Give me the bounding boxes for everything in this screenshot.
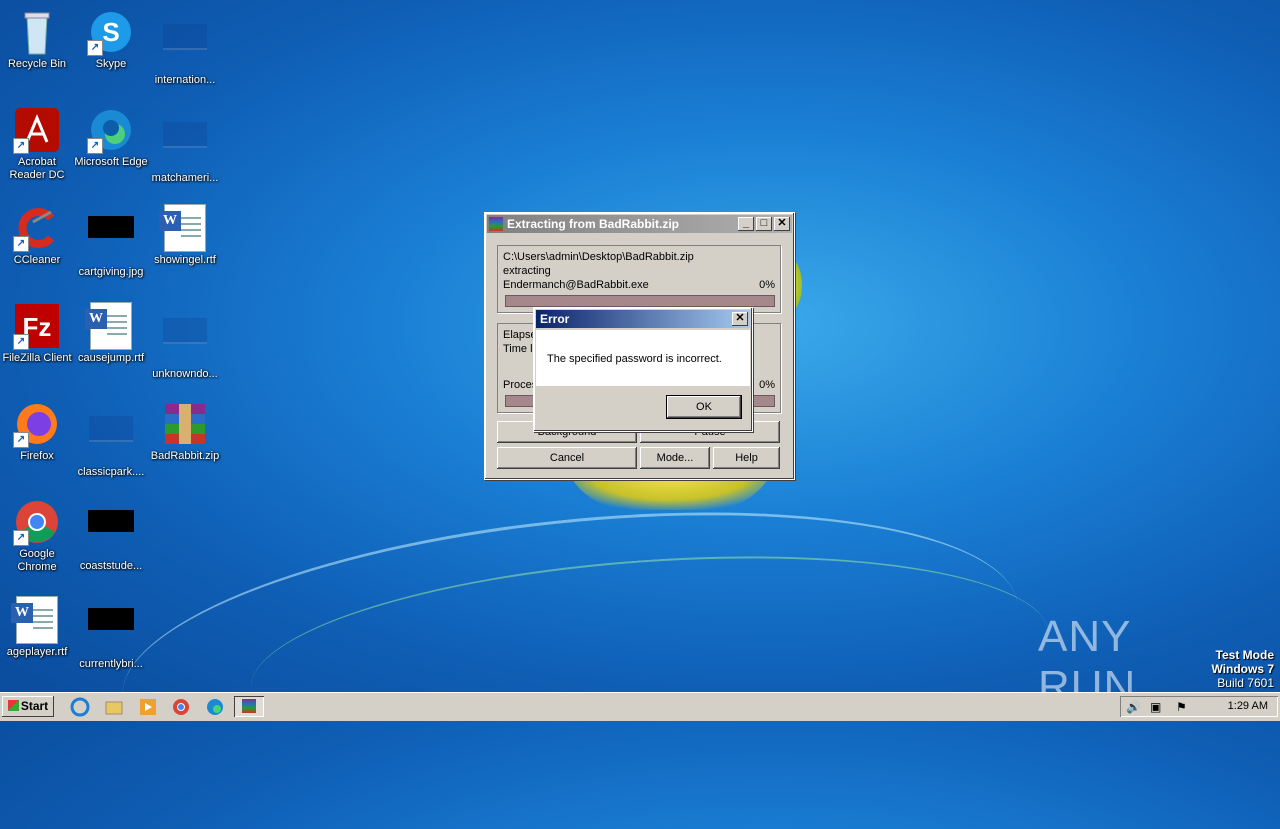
blank-file-icon (161, 318, 209, 366)
extract-action: extracting (503, 265, 551, 277)
anyrun-logo: ANY RUN (1038, 612, 1137, 711)
ccleaner-icon: ↗ (13, 204, 61, 252)
file-progress-group: C:\Users\admin\Desktop\BadRabbit.zip ext… (497, 245, 781, 313)
desktop-icon-ageplayer[interactable]: W ageplayer.rtf (0, 592, 74, 659)
desktop-icon-filezilla[interactable]: Fz ↗ FileZilla Client (0, 298, 74, 365)
desktop-icon-classicpark[interactable]: classicpark.... (74, 396, 148, 479)
svg-text:S: S (102, 17, 119, 47)
watermark-line1: Test Mode (1215, 648, 1274, 662)
image-thumbnail-icon (87, 510, 135, 558)
error-dialog: Error ✕ The specified password is incorr… (533, 307, 753, 432)
desktop-icon-acrobat[interactable]: ↗ Acrobat Reader DC (0, 102, 74, 182)
close-button[interactable]: ✕ (732, 312, 748, 326)
desktop-icon-showingel[interactable]: W showingel.rtf (148, 200, 222, 267)
image-thumbnail-icon (87, 608, 135, 656)
winrar-taskbar-button[interactable] (234, 696, 264, 717)
file-progress-bar (505, 295, 775, 307)
error-message: The specified password is incorrect. (547, 353, 722, 365)
desktop-icon-skype[interactable]: S ↗ Skype (74, 4, 148, 71)
desktop-icon-matchameri[interactable]: matchameri... (148, 102, 222, 185)
shortcut-arrow-icon: ↗ (13, 138, 29, 154)
acrobat-icon: ↗ (13, 106, 61, 154)
blank-file-icon (161, 122, 209, 170)
desktop-icon-coaststude[interactable]: coaststude... (74, 494, 148, 573)
error-dialog-title: Error (540, 312, 570, 326)
shortcut-arrow-icon: ↗ (13, 334, 29, 350)
shortcut-arrow-icon: ↗ (13, 236, 29, 252)
error-message-area: The specified password is incorrect. (536, 330, 750, 386)
network-icon[interactable]: ▣ (1150, 700, 1161, 714)
watermark-line2: Windows 7 (1211, 662, 1274, 676)
desktop-icon-firefox[interactable]: ↗ Firefox (0, 396, 74, 463)
shortcut-arrow-icon: ↗ (87, 40, 103, 56)
archive-path: C:\Users\admin\Desktop\BadRabbit.zip (503, 251, 694, 263)
shortcut-arrow-icon: ↗ (87, 138, 103, 154)
winrar-icon (489, 217, 503, 231)
file-percent: 0% (759, 279, 775, 291)
taskbar: Start 🔊 ▣ ⚑ 1:29 AM (0, 692, 1280, 721)
word-document-icon: W (11, 596, 61, 644)
desktop-icon-badrabbit-zip[interactable]: BadRabbit.zip (148, 396, 222, 463)
volume-icon[interactable]: 🔊 (1126, 700, 1141, 714)
firefox-icon: ↗ (13, 400, 61, 448)
action-center-flag-icon[interactable]: ⚑ (1176, 700, 1187, 714)
desktop-icon-internation[interactable]: internation... (148, 4, 222, 87)
recycle-bin-icon (13, 8, 61, 56)
mode-button[interactable]: Mode... (640, 447, 710, 469)
edge-taskbar-icon[interactable] (205, 697, 225, 717)
elapsed-label: Elapse (503, 329, 537, 341)
word-document-icon: W (85, 302, 135, 350)
blank-file-icon (161, 24, 209, 72)
desktop-icon-cartgiving[interactable]: cartgiving.jpg (74, 200, 148, 279)
maximize-button[interactable]: □ (756, 217, 772, 231)
extract-window-title: Extracting from BadRabbit.zip (507, 217, 680, 231)
clock[interactable]: 1:29 AM (1228, 700, 1268, 712)
processed-percent: 0% (759, 379, 775, 391)
chrome-taskbar-icon[interactable] (171, 697, 191, 717)
current-file-name: Endermanch@BadRabbit.exe (503, 279, 649, 291)
system-tray: 🔊 ▣ ⚑ 1:29 AM (1120, 696, 1278, 717)
test-mode-watermark: Test Mode Windows 7 Build 7601 (1211, 648, 1274, 690)
word-document-icon: W (159, 204, 209, 252)
image-thumbnail-icon (87, 216, 135, 264)
start-button[interactable]: Start (2, 696, 54, 717)
shortcut-arrow-icon: ↗ (13, 530, 29, 546)
desktop-icon-currentlybri[interactable]: currentlybri... (74, 592, 148, 671)
desktop-icon-causejump[interactable]: W causejump.rtf (74, 298, 148, 365)
ie-icon[interactable] (70, 697, 90, 717)
ok-button[interactable]: OK (666, 395, 742, 419)
filezilla-icon: Fz ↗ (13, 302, 61, 350)
blank-file-icon (87, 416, 135, 464)
explorer-icon[interactable] (104, 697, 124, 717)
edge-icon: ↗ (87, 106, 135, 154)
watermark-line3: Build 7601 (1217, 676, 1274, 690)
help-button[interactable]: Help (713, 447, 780, 469)
desktop-icon-edge[interactable]: ↗ Microsoft Edge (74, 102, 148, 169)
cancel-button[interactable]: Cancel (497, 447, 637, 469)
desktop-icon-unknowndo[interactable]: unknowndo... (148, 298, 222, 381)
windows-logo-icon (7, 700, 19, 711)
media-player-icon[interactable] (138, 697, 158, 717)
winrar-archive-icon (161, 400, 209, 448)
error-dialog-titlebar[interactable]: Error ✕ (536, 310, 750, 328)
minimize-button[interactable]: _ (738, 217, 754, 231)
winrar-icon (242, 699, 256, 713)
extract-window-titlebar[interactable]: Extracting from BadRabbit.zip _ □ ✕ (487, 215, 792, 233)
start-label: Start (20, 699, 49, 713)
desktop-icon-ccleaner[interactable]: ↗ CCleaner (0, 200, 74, 267)
desktop-icon-chrome[interactable]: ↗ Google Chrome (0, 494, 74, 574)
close-button[interactable]: ✕ (774, 217, 790, 231)
shortcut-arrow-icon: ↗ (13, 432, 29, 448)
desktop-icon-recycle-bin[interactable]: Recycle Bin (0, 4, 74, 71)
skype-icon: S ↗ (87, 8, 135, 56)
chrome-icon: ↗ (13, 498, 61, 546)
